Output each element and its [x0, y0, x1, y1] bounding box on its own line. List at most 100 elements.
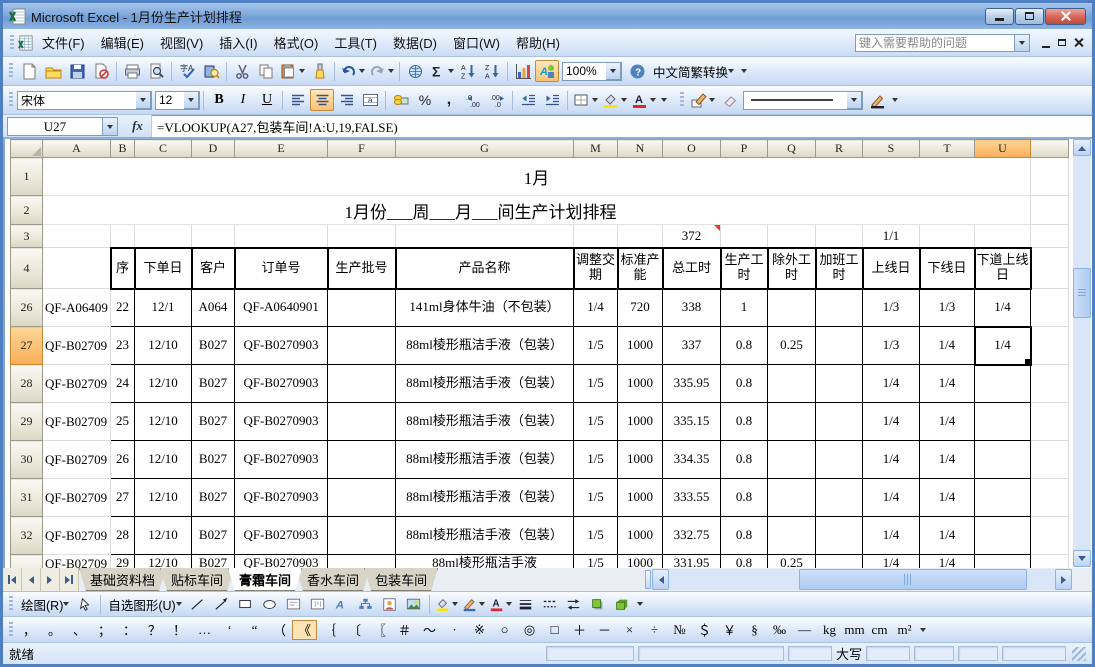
cell[interactable]: 1/4	[863, 479, 920, 517]
toolbar-grip[interactable]	[9, 622, 13, 638]
vertical-scrollbar[interactable]	[1073, 139, 1091, 567]
cell[interactable]: QF-B0270903	[235, 327, 328, 365]
cell[interactable]: 335.15	[663, 403, 721, 441]
cell[interactable]	[975, 225, 1031, 248]
symbol-button[interactable]: №	[667, 620, 692, 640]
toolbar-grip[interactable]	[680, 92, 684, 108]
new-button[interactable]	[17, 60, 41, 82]
scroll-down-button[interactable]	[1073, 550, 1091, 567]
sheet-tab-perfume-shop[interactable]: 香水车间	[296, 568, 370, 591]
header-adjust-due[interactable]: 调整交期	[574, 248, 618, 289]
draw-menu-button[interactable]: 绘图(R)	[17, 593, 73, 616]
cell[interactable]: 338	[663, 289, 721, 327]
cell[interactable]: 27	[111, 479, 135, 517]
cell[interactable]	[43, 225, 111, 248]
scroll-right-button[interactable]	[1055, 569, 1072, 590]
cell[interactable]: 12/10	[135, 403, 192, 441]
cell[interactable]	[192, 225, 235, 248]
cell[interactable]	[574, 225, 618, 248]
horizontal-scrollbar[interactable]	[652, 569, 1072, 590]
cell[interactable]: 1/4	[920, 327, 975, 365]
cell-title-row2[interactable]: 1月份___周___月___间生产计划排程	[43, 196, 1031, 225]
cell[interactable]: 337	[663, 327, 721, 365]
decrease-decimal-button[interactable]: .00.0	[485, 89, 509, 111]
cell[interactable]: 1/5	[574, 441, 618, 479]
cell[interactable]: A064	[192, 289, 235, 327]
cell[interactable]	[768, 517, 816, 555]
toolbar-grip[interactable]	[9, 596, 13, 612]
font-name-combobox[interactable]: 宋体	[17, 91, 152, 110]
cell[interactable]: 12/10	[135, 327, 192, 365]
align-right-button[interactable]	[334, 89, 358, 111]
symbol-button[interactable]: ：	[117, 620, 142, 640]
drawing-toggle-button[interactable]: A	[535, 60, 559, 82]
formula-input[interactable]: =VLOOKUP(A27,包装车间!A:U,19,FALSE)	[152, 115, 1092, 137]
symbol-button[interactable]: （	[267, 620, 292, 640]
cell[interactable]: QF-B02709	[43, 327, 111, 365]
menu-item[interactable]: 格式(O)	[266, 30, 327, 55]
header-customer[interactable]: 客户	[192, 248, 235, 289]
paste-button[interactable]	[278, 60, 307, 82]
cell[interactable]	[975, 365, 1031, 403]
header-product-name[interactable]: 产品名称	[396, 248, 574, 289]
cell[interactable]	[43, 248, 111, 289]
sheet-tab-packing-shop[interactable]: 包装车间	[364, 568, 438, 591]
sort-ascending-button[interactable]: AZ	[456, 60, 480, 82]
line-style-combobox[interactable]	[743, 91, 863, 110]
insert-picture-button[interactable]	[402, 593, 426, 615]
cell[interactable]	[328, 365, 396, 403]
cell[interactable]	[768, 225, 816, 248]
format-painter-button[interactable]	[307, 60, 331, 82]
vertical-text-box-button[interactable]	[306, 593, 330, 615]
zoom-combobox[interactable]: 100%	[562, 62, 622, 81]
header-prod-hours[interactable]: 生产工时	[721, 248, 768, 289]
column-header-stub[interactable]	[1031, 140, 1069, 158]
select-objects-button[interactable]	[73, 593, 97, 615]
cell[interactable]: 0.8	[721, 365, 768, 403]
cell-stub[interactable]	[1031, 327, 1069, 365]
cell[interactable]: B027	[192, 479, 235, 517]
cell[interactable]	[816, 441, 863, 479]
symbol-button[interactable]: ×	[617, 620, 642, 640]
cell[interactable]: 1/5	[574, 555, 618, 569]
cell[interactable]: 12/10	[135, 441, 192, 479]
cell[interactable]: 88ml棱形瓶洁手液（包装）	[396, 517, 574, 555]
line-button[interactable]	[186, 593, 210, 615]
column-header-g[interactable]: G	[396, 140, 574, 158]
row-header-30[interactable]: 30	[11, 441, 43, 479]
erase-border-button[interactable]	[717, 89, 741, 111]
header-seq[interactable]: 序	[111, 248, 135, 289]
cell[interactable]: 1/4	[920, 365, 975, 403]
symbol-button[interactable]: cm	[867, 620, 892, 640]
autosum-button[interactable]: Σ	[427, 60, 456, 82]
symbol-button[interactable]: 、	[67, 620, 92, 640]
symbol-button[interactable]: ～	[417, 620, 442, 640]
cell[interactable]	[618, 225, 663, 248]
cell[interactable]	[816, 289, 863, 327]
cell[interactable]: 88ml棱形瓶洁手液	[396, 555, 574, 569]
symbol-button[interactable]: mm	[842, 620, 867, 640]
percent-style-button[interactable]: %	[413, 89, 437, 111]
cell[interactable]: 1000	[618, 479, 663, 517]
align-left-button[interactable]	[286, 89, 310, 111]
symbol-button[interactable]: ※	[467, 620, 492, 640]
fill-color-button[interactable]	[433, 593, 460, 615]
tab-last-button[interactable]	[60, 568, 79, 591]
cell[interactable]: 1/4	[920, 441, 975, 479]
toolbar-options-button[interactable]	[738, 60, 750, 82]
cell[interactable]: 720	[618, 289, 663, 327]
cell[interactable]: 1/4	[920, 517, 975, 555]
cell-stub[interactable]	[1031, 158, 1069, 196]
cell-stub[interactable]	[1031, 441, 1069, 479]
cell[interactable]: 1/3	[863, 327, 920, 365]
threed-style-button[interactable]	[610, 593, 634, 615]
cell[interactable]	[816, 327, 863, 365]
save-button[interactable]	[65, 60, 89, 82]
cell[interactable]: 0.8	[721, 441, 768, 479]
clip-art-button[interactable]	[378, 593, 402, 615]
cell[interactable]: 12/10	[135, 365, 192, 403]
tab-next-button[interactable]	[41, 568, 60, 591]
cell[interactable]	[920, 225, 975, 248]
text-box-button[interactable]	[282, 593, 306, 615]
symbol-button[interactable]: kg	[817, 620, 842, 640]
